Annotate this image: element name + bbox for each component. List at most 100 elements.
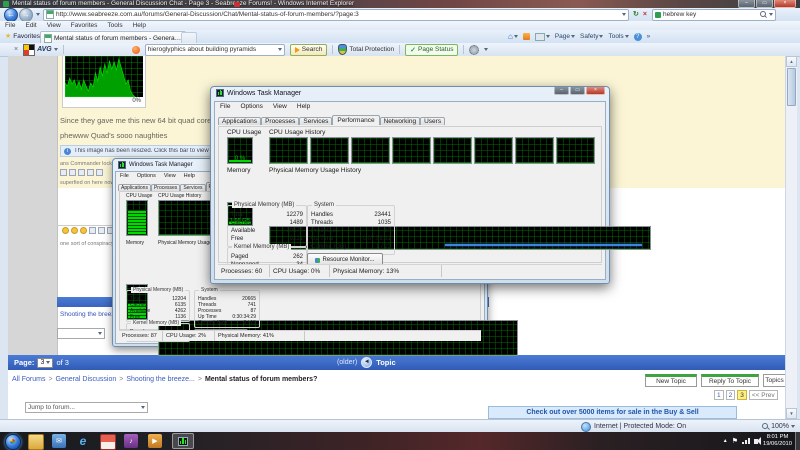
small-dropdown[interactable] [57,328,105,339]
internet-explorer-taskbar-icon[interactable]: e [76,434,90,448]
tab-services[interactable]: Services [299,117,332,125]
explorer-taskbar-icon[interactable] [28,434,44,450]
menu-item[interactable]: File [0,21,20,30]
avg-search-input[interactable] [148,46,276,53]
menu-item[interactable]: View [268,102,292,112]
zoom-dropdown-icon[interactable] [791,425,795,428]
post-tool-icon[interactable] [78,169,85,176]
tools-menu[interactable]: Tools [608,33,628,40]
tray-expand-icon[interactable]: ▲ [723,438,728,444]
search-box[interactable] [652,9,776,21]
reply-to-topic-button[interactable]: Reply To Topic [701,374,759,387]
close-button[interactable]: × [774,0,796,8]
overflow-chevron-icon[interactable]: » [647,33,651,40]
avg-search-button[interactable]: Search [290,44,328,56]
avg-more-dropdown-icon[interactable] [484,48,488,51]
menu-item[interactable]: Help [128,21,151,30]
url-input[interactable] [56,11,620,18]
tm-close-button[interactable]: × [586,87,605,95]
forward-button[interactable]: → [19,8,33,22]
menu-item[interactable]: File [215,102,235,112]
action-center-flag-icon[interactable]: ⚑ [732,437,738,445]
posted-cpu-graph-image[interactable]: 0% [65,56,143,105]
help-icon[interactable]: ? [634,33,642,41]
menu-item[interactable]: Edit [20,21,41,30]
breadcrumb-link[interactable]: All Forums [12,376,45,383]
zoom-level[interactable]: 100% [771,423,789,430]
search-magnifier-icon[interactable] [760,11,767,18]
network-icon[interactable] [742,438,750,444]
page-number-3-current[interactable]: 3 [737,390,747,400]
tm-minimize-button[interactable]: – [554,87,569,95]
maximize-button[interactable]: ▭ [756,0,773,8]
gear-icon[interactable] [469,45,479,55]
favorites-button[interactable]: ★ Favorites [5,32,40,40]
page-number-2[interactable]: 2 [726,390,736,400]
show-desktop-button[interactable] [795,432,800,450]
volume-icon[interactable] [754,439,758,444]
page-menu[interactable]: Page [555,33,575,40]
tm-titlebar[interactable]: Windows Task Manager [216,89,301,97]
avg-close-icon[interactable]: × [14,46,18,53]
topic-link[interactable]: Topic [376,358,395,367]
refresh-icon[interactable]: ↻ [633,10,639,20]
older-link[interactable]: (older) [337,359,357,366]
prev-page-button[interactable]: << Prev [749,390,778,400]
buy-sell-banner[interactable]: Check out over 5000 items for sale in th… [488,406,737,419]
zoom-magnifier-icon[interactable] [762,423,769,430]
topics-button[interactable]: Topics [763,374,786,387]
scroll-up-arrow[interactable]: ▲ [786,56,797,67]
tab-networking[interactable]: Networking [380,117,421,125]
scroll-down-arrow[interactable]: ▼ [786,408,797,419]
menu-item[interactable]: Favorites [66,21,103,30]
tab-users[interactable]: Users [420,117,445,125]
home-button[interactable]: ⌂ [508,32,518,41]
tm-maximize-button[interactable]: ▭ [570,87,585,95]
tab-processes[interactable]: Processes [261,117,299,125]
post-tool-icon[interactable] [96,169,103,176]
tab-applications[interactable]: Applications [218,117,261,125]
menu-item[interactable]: Tools [102,21,127,30]
page-number-1[interactable]: 1 [714,390,724,400]
taskbar-clock[interactable]: 8:01 PM 19/06/2010 [763,434,792,448]
avg-total-protection[interactable]: Total Protection [338,44,394,55]
page-select[interactable]: 3 [37,358,53,368]
new-topic-button[interactable]: New Topic [645,374,697,387]
menu-item[interactable]: View [42,21,66,30]
print-button[interactable] [535,33,550,41]
avg-dropdown-icon[interactable] [54,48,58,51]
url-dropdown-icon[interactable] [622,13,626,16]
stop-icon[interactable]: × [643,10,647,20]
back-to-top-icon[interactable]: ◄ [361,357,372,368]
menu-item[interactable]: Help [292,102,315,112]
media-app-taskbar-icon[interactable]: ♪ [124,434,138,448]
avg-menu-icon[interactable] [234,2,240,7]
url-field[interactable] [43,9,629,21]
rss-icon[interactable] [523,33,530,40]
minimize-button[interactable]: – [738,0,755,8]
breadcrumb-link[interactable]: General Discussion [56,376,117,383]
search-options-dropdown-icon[interactable] [769,13,773,16]
post-tool-icon[interactable] [60,169,67,176]
start-button[interactable] [5,434,21,450]
avg-search-dropdown-icon[interactable] [278,48,282,51]
back-button[interactable]: ← [4,8,18,22]
post-tool-icon[interactable] [69,169,76,176]
avg-logo[interactable]: AVG [23,44,58,56]
tab-performance[interactable]: Performance [332,115,379,125]
task-manager-taskbar-button[interactable] [172,433,194,449]
mail-taskbar-icon[interactable]: ✉ [52,434,66,448]
page-scrollbar[interactable]: ▲ ▼ [785,56,797,419]
player-taskbar-icon[interactable]: ▶ [148,434,162,448]
avg-page-status[interactable]: ✓ Page Status [405,44,458,56]
post-tool-icon[interactable] [87,169,94,176]
jump-to-forum-dropdown[interactable]: Jump to forum... [25,402,148,413]
breadcrumb-link[interactable]: Shooting the breeze... [126,376,195,383]
safety-menu[interactable]: Safety [580,33,603,40]
photo-app-taskbar-icon[interactable] [100,434,116,450]
menu-item[interactable]: Options [235,102,267,112]
recent-pages-dropdown-icon[interactable] [36,13,40,16]
search-input[interactable] [663,11,758,18]
avg-search-combo[interactable] [145,44,285,56]
scrollbar-thumb[interactable] [787,68,796,106]
